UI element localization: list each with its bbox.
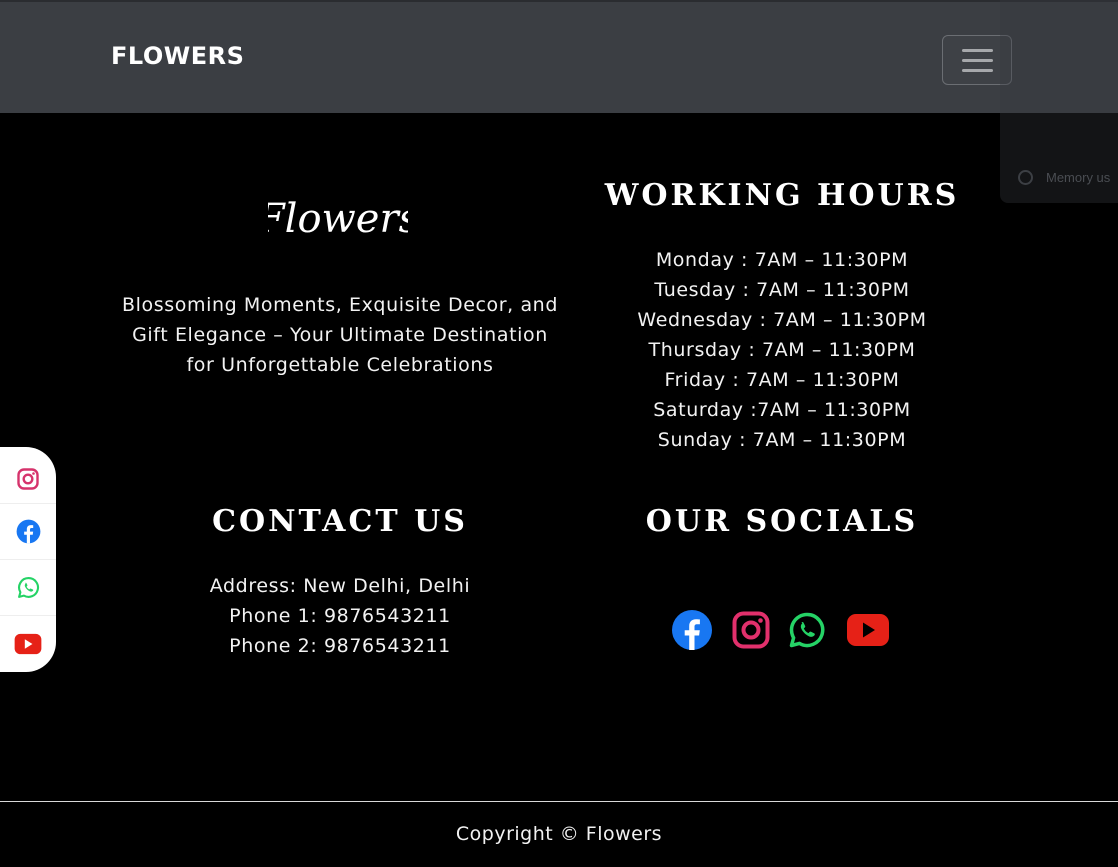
tagline-line: Gift Elegance – Your Ultimate Destinatio… — [132, 324, 548, 346]
working-hours-title: WORKING HOURS — [604, 178, 960, 213]
tagline-line: for Unforgettable Celebrations — [186, 354, 494, 376]
hours-row: Friday : 7AM – 11:30PM — [664, 369, 900, 391]
hours-row: Thursday : 7AM – 11:30PM — [648, 339, 916, 361]
flowers-script-logo: Flowers — [268, 196, 408, 242]
hours-row: Sunday : 7AM – 11:30PM — [657, 429, 907, 451]
hours-row: Monday : 7AM – 11:30PM — [655, 249, 909, 271]
hamburger-icon — [962, 49, 993, 52]
working-hours-list: Monday : 7AM – 11:30PM Tuesday : 7AM – 1… — [582, 245, 982, 455]
sidebar-facebook-link[interactable] — [0, 503, 56, 559]
gauge-icon — [1018, 170, 1033, 185]
contact-us-title: CONTACT US — [212, 504, 468, 539]
hours-row: Wednesday : 7AM – 11:30PM — [637, 309, 927, 331]
hours-row: Saturday :7AM – 11:30PM — [653, 399, 911, 421]
instagram-icon — [732, 611, 770, 649]
contact-phone-2: Phone 2: 9876543211 — [229, 635, 451, 657]
youtube-icon — [14, 633, 42, 654]
tagline: Blossoming Moments, Exquisite Decor, and… — [110, 290, 570, 380]
overlay-text: Memory us — [1046, 170, 1111, 185]
sidebar-youtube-link[interactable] — [0, 615, 56, 671]
our-socials-title: OUR SOCIALS — [645, 504, 919, 539]
sidebar-whatsapp-link[interactable] — [0, 559, 56, 615]
hours-row: Tuesday : 7AM – 11:30PM — [654, 279, 910, 301]
instagram-icon — [17, 468, 39, 490]
youtube-link[interactable] — [846, 613, 890, 651]
tagline-line: Blossoming Moments, Exquisite Decor, and — [122, 294, 558, 316]
facebook-icon — [16, 519, 40, 544]
svg-text:Flowers: Flowers — [268, 196, 408, 242]
whatsapp-icon — [17, 577, 39, 598]
facebook-icon — [672, 610, 712, 650]
contact-phone-1: Phone 1: 9876543211 — [229, 605, 451, 627]
youtube-icon — [847, 614, 889, 646]
facebook-link[interactable] — [671, 609, 713, 655]
contact-address: Address: New Delhi, Delhi — [209, 575, 471, 597]
floating-social-sidebar — [0, 447, 56, 672]
instagram-link[interactable] — [732, 611, 770, 653]
navbar: FLOWERS — [0, 0, 1118, 113]
navbar-toggle-button[interactable] — [942, 35, 1012, 85]
sidebar-instagram-link[interactable] — [0, 451, 56, 507]
contact-list: Address: New Delhi, Delhi Phone 1: 98765… — [140, 571, 540, 661]
brand-link[interactable]: FLOWERS — [111, 42, 244, 70]
whatsapp-icon — [789, 612, 825, 648]
whatsapp-link[interactable] — [788, 611, 826, 653]
footer-divider — [0, 801, 1118, 802]
copyright-text: Copyright © Flowers — [455, 823, 663, 845]
